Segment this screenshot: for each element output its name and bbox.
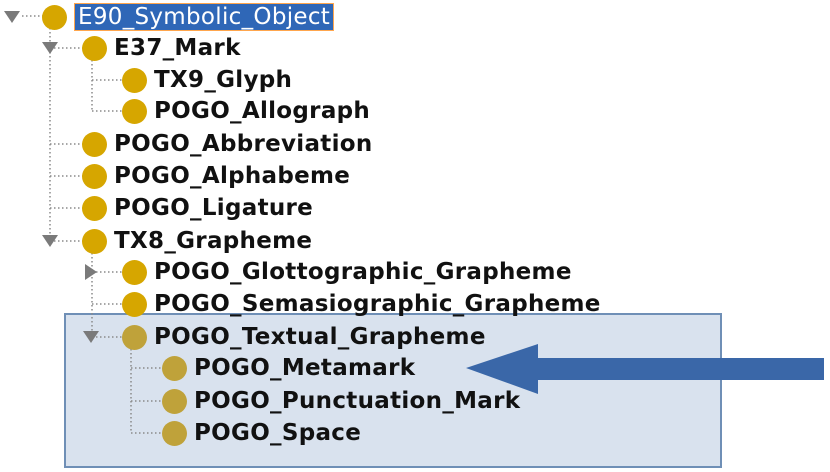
collapse-triangle-icon[interactable] <box>40 231 60 251</box>
class-node-icon <box>82 163 107 189</box>
class-node-icon <box>122 324 147 350</box>
tree-node-pogo-allograph[interactable]: POGO_Allograph <box>122 96 370 126</box>
tree-node-pogo-textual-grapheme[interactable]: POGO_Textual_Grapheme <box>122 322 486 352</box>
tree-node-label: E90_Symbolic_Object <box>74 3 335 31</box>
callout-arrow-icon <box>466 344 824 394</box>
tree-node-label: TX9_Glyph <box>154 67 293 93</box>
class-node-icon <box>122 259 147 285</box>
class-node-icon <box>82 195 107 221</box>
tree-node-pogo-abbreviation[interactable]: POGO_Abbreviation <box>82 129 373 159</box>
class-node-icon <box>162 355 187 381</box>
class-node-icon <box>42 4 67 30</box>
tree-node-label: POGO_Ligature <box>114 195 314 221</box>
tree-node-label: POGO_Metamark <box>194 355 416 381</box>
tree-node-label: POGO_Allograph <box>154 98 371 124</box>
class-node-icon <box>162 420 187 446</box>
tree-node-pogo-metamark[interactable]: POGO_Metamark <box>162 353 415 383</box>
collapse-triangle-icon[interactable] <box>81 327 101 347</box>
class-node-icon <box>82 131 107 157</box>
tree-node-tx9-glyph[interactable]: TX9_Glyph <box>122 65 292 95</box>
tree-node-e37-mark[interactable]: E37_Mark <box>82 33 241 63</box>
tree-node-pogo-ligature[interactable]: POGO_Ligature <box>82 193 313 223</box>
tree-node-label: POGO_Space <box>194 420 362 446</box>
class-node-icon <box>162 388 187 414</box>
class-node-icon <box>82 35 107 61</box>
class-node-icon <box>122 98 147 124</box>
class-node-icon <box>122 67 147 93</box>
collapse-triangle-icon[interactable] <box>2 7 22 27</box>
expand-triangle-icon[interactable] <box>81 262 101 282</box>
collapse-triangle-icon[interactable] <box>40 38 60 58</box>
class-hierarchy-tree: E90_Symbolic_Object E37_Mark TX9_Glyph P… <box>0 0 830 472</box>
tree-node-e90-symbolic-object[interactable]: E90_Symbolic_Object <box>42 2 335 32</box>
tree-node-label: POGO_Glottographic_Grapheme <box>154 259 572 285</box>
tree-node-label: TX8_Grapheme <box>114 228 313 254</box>
tree-node-label: POGO_Alphabeme <box>114 163 351 189</box>
class-node-icon <box>122 291 147 317</box>
tree-node-label: POGO_Semasiographic_Grapheme <box>154 291 601 317</box>
class-node-icon <box>82 228 107 254</box>
tree-node-pogo-glottographic-grapheme[interactable]: POGO_Glottographic_Grapheme <box>122 257 572 287</box>
tree-node-label: POGO_Abbreviation <box>114 131 373 157</box>
tree-node-label: POGO_Textual_Grapheme <box>154 324 486 350</box>
tree-node-pogo-space[interactable]: POGO_Space <box>162 418 361 448</box>
tree-node-label: E37_Mark <box>114 35 241 61</box>
tree-node-pogo-alphabeme[interactable]: POGO_Alphabeme <box>82 161 350 191</box>
tree-node-tx8-grapheme[interactable]: TX8_Grapheme <box>82 226 312 256</box>
tree-node-pogo-semasiographic-grapheme[interactable]: POGO_Semasiographic_Grapheme <box>122 289 601 319</box>
